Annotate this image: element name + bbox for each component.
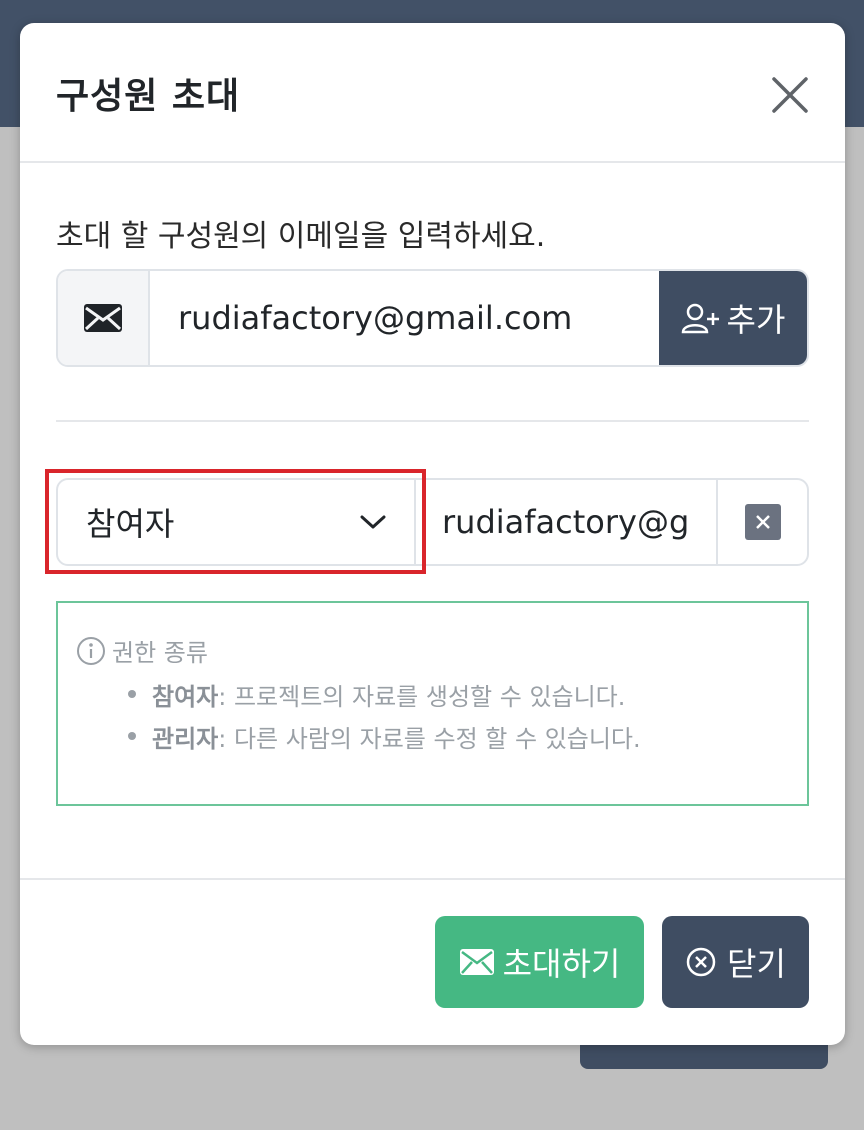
email-input-group: 추가 <box>56 269 809 367</box>
permission-list: 참여자 : 프로젝트의 자료를 생성할 수 있습니다. 관리자 : 다른 사람의… <box>124 673 641 757</box>
envelope-icon <box>58 271 150 365</box>
user-plus-icon <box>681 303 719 334</box>
remove-cell <box>718 480 807 564</box>
email-input[interactable] <box>150 271 659 365</box>
info-heading: 권한 종류 <box>76 633 208 668</box>
header-divider <box>20 161 845 163</box>
info-icon <box>77 636 105 665</box>
list-item: 관리자 : 다른 사람의 자료를 수정 할 수 있습니다. <box>124 715 641 757</box>
circle-x-icon <box>686 947 716 977</box>
bullet <box>128 690 136 698</box>
footer-divider <box>20 878 845 880</box>
close-icon[interactable] <box>768 73 812 117</box>
info-heading-text: 권한 종류 <box>112 639 208 667</box>
role-description: : 프로젝트의 자료를 생성할 수 있습니다. <box>218 682 626 711</box>
add-button-label: 추가 <box>726 301 786 339</box>
bullet <box>128 732 136 740</box>
description-text: 초대 할 구성원의 이메일을 입력하세요. <box>56 219 546 254</box>
permission-info-box: 권한 종류 참여자 : 프로젝트의 자료를 생성할 수 있습니다. 관리자 : … <box>56 601 809 806</box>
envelope-icon <box>459 949 494 975</box>
invite-button[interactable]: 초대하기 <box>435 916 644 1008</box>
add-button[interactable]: 추가 <box>659 271 807 365</box>
role-name: 관리자 <box>152 724 219 753</box>
close-icon <box>755 515 770 529</box>
role-description: : 다른 사람의 자료를 수정 할 수 있습니다. <box>218 724 641 753</box>
role-name: 참여자 <box>152 682 219 711</box>
section-divider <box>56 420 809 422</box>
chevron-down-icon <box>360 515 386 529</box>
member-row: 참여자 rudiafactory@g <box>56 478 809 566</box>
invite-modal: 구성원 초대 초대 할 구성원의 이메일을 입력하세요. 추가 <box>20 23 845 1045</box>
close-button[interactable]: 닫기 <box>662 916 809 1008</box>
modal-title: 구성원 초대 <box>56 76 241 117</box>
close-button-label: 닫기 <box>727 945 786 983</box>
member-email: rudiafactory@g <box>416 480 718 564</box>
role-select-value: 참여자 <box>86 505 175 543</box>
remove-member-button[interactable] <box>744 504 781 540</box>
invite-button-label: 초대하기 <box>502 945 621 983</box>
list-item: 참여자 : 프로젝트의 자료를 생성할 수 있습니다. <box>124 673 641 715</box>
role-select[interactable]: 참여자 <box>58 480 416 564</box>
